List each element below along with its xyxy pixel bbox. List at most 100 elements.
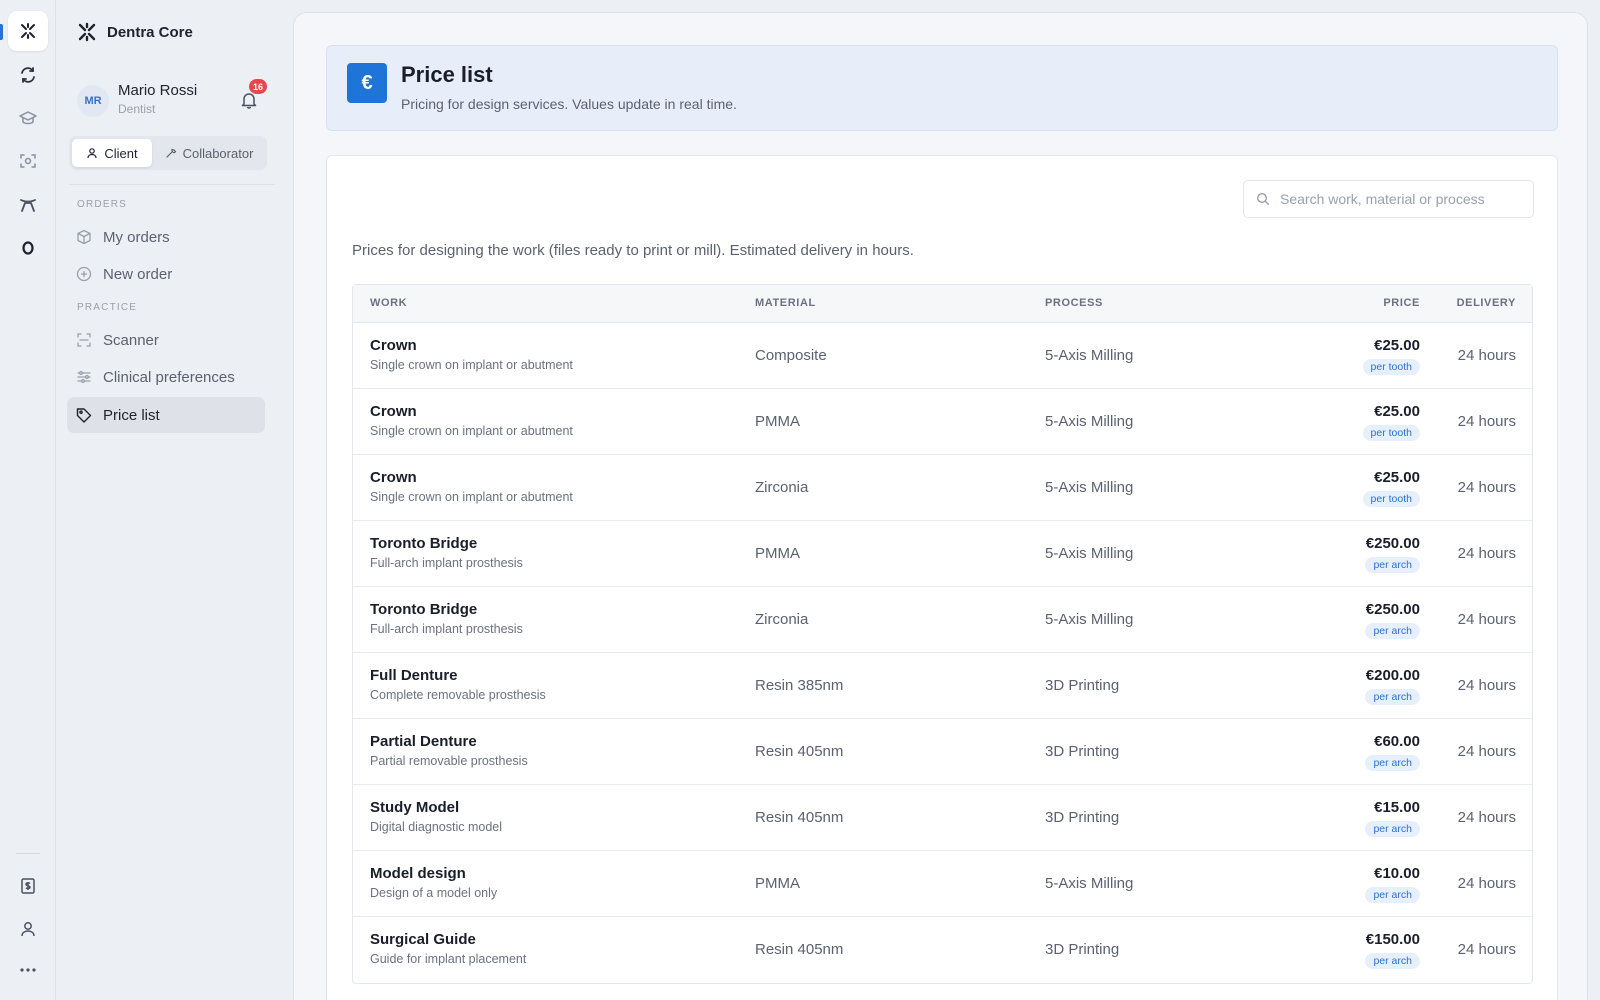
rail-exchange-button[interactable]	[8, 55, 48, 95]
work-cell: Model design Design of a model only	[370, 865, 497, 900]
delivery-cell: 24 hours	[1457, 677, 1516, 694]
sliders-icon	[75, 368, 93, 386]
brand[interactable]: Dentra Core	[77, 20, 193, 44]
column-header-price[interactable]: PRICE	[1383, 297, 1420, 309]
euro-icon: €	[347, 63, 387, 103]
table-row[interactable]: Full Denture Complete removable prosthesi…	[353, 653, 1532, 719]
table-row[interactable]: Study Model Digital diagnostic model Resin…	[353, 785, 1532, 851]
sidebar-item-price-list[interactable]: Price list	[67, 397, 265, 433]
rail-ring-button[interactable]	[8, 228, 48, 268]
exchange-icon	[21, 67, 35, 83]
process-cell: 3D Printing	[1045, 743, 1120, 760]
invoice-icon	[21, 878, 35, 894]
sidebar-item-clinical-preferences[interactable]: Clinical preferences	[67, 359, 265, 395]
price-value: €15.00	[1374, 799, 1420, 816]
material-cell: Zirconia	[755, 611, 809, 628]
table-row[interactable]: Crown Single crown on implant or abutment…	[353, 389, 1532, 455]
price-cell: €25.00 per tooth	[1362, 337, 1420, 375]
role-client-option[interactable]: Client	[72, 139, 152, 167]
table-row[interactable]: Model design Design of a model only PMMA 5-…	[353, 851, 1532, 917]
table-row[interactable]: Partial Denture Partial removable prosthe…	[353, 719, 1532, 785]
price-cell: €250.00 per arch	[1365, 535, 1420, 573]
notification-count-badge: 16	[249, 79, 268, 94]
tag-icon	[75, 406, 93, 424]
process-cell: 5-Axis Milling	[1045, 875, 1134, 892]
material-cell: Resin 405nm	[755, 941, 844, 958]
delivery-cell: 24 hours	[1457, 743, 1516, 760]
work-cell: Partial Denture Partial removable prosthe…	[370, 733, 528, 768]
price-list-card: Prices for designing the work (files rea…	[326, 155, 1558, 1000]
column-header-process[interactable]: PROCESS	[1045, 297, 1103, 309]
rail-scan-button[interactable]	[8, 141, 48, 181]
sidebar-item-scanner[interactable]: Scanner	[67, 322, 265, 358]
work-description: Single crown on implant or abutment	[370, 490, 573, 504]
work-description: Single crown on implant or abutment	[370, 358, 573, 372]
price-unit-badge: per arch	[1365, 755, 1420, 771]
table-row[interactable]: Toronto Bridge Full-arch implant prosthes…	[353, 521, 1532, 587]
price-cell: €200.00 per arch	[1365, 667, 1420, 705]
rail-aligner-button[interactable]	[8, 185, 48, 225]
price-cell: €250.00 per arch	[1365, 601, 1420, 639]
role-collaborator-option[interactable]: Collaborator	[154, 139, 264, 167]
rail-account-button[interactable]	[8, 909, 48, 949]
logo-icon	[78, 22, 96, 42]
scan-icon	[20, 154, 36, 168]
material-cell: Zirconia	[755, 479, 809, 496]
sidebar-item-new-order[interactable]: New order	[67, 256, 265, 292]
delivery-cell: 24 hours	[1457, 545, 1516, 562]
material-cell: Composite	[755, 347, 827, 364]
delivery-cell: 24 hours	[1457, 479, 1516, 496]
page-title: Price list	[401, 62, 493, 87]
page-header: € Price list Pricing for design services…	[326, 45, 1558, 131]
work-description: Partial removable prosthesis	[370, 754, 528, 768]
delivery-cell: 24 hours	[1457, 611, 1516, 628]
price-value: €10.00	[1374, 865, 1420, 882]
work-name: Surgical Guide	[370, 931, 476, 948]
column-header-material[interactable]: MATERIAL	[755, 297, 816, 309]
rail-learn-button[interactable]	[8, 98, 48, 138]
more-icon	[20, 968, 36, 972]
rail-more-button[interactable]	[8, 950, 48, 990]
work-description: Single crown on implant or abutment	[370, 424, 573, 438]
price-value: €150.00	[1365, 931, 1420, 948]
search-box[interactable]	[1243, 180, 1534, 218]
delivery-cell: 24 hours	[1457, 875, 1516, 892]
price-unit-badge: per arch	[1365, 557, 1420, 573]
work-name: Model design	[370, 865, 466, 882]
column-header-work[interactable]: WORK	[370, 297, 407, 309]
sidebar: Dentra Core MR Mario Rossi Dentist 16 Cl…	[57, 0, 287, 1000]
user-role: Dentist	[118, 102, 156, 116]
price-cell: €60.00 per arch	[1365, 733, 1420, 771]
column-header-delivery[interactable]: DELIVERY	[1457, 297, 1516, 309]
box-icon	[75, 228, 93, 246]
work-cell: Crown Single crown on implant or abutment	[370, 403, 573, 438]
material-cell: PMMA	[755, 545, 800, 562]
work-name: Partial Denture	[370, 733, 477, 750]
material-cell: PMMA	[755, 413, 800, 430]
user-profile[interactable]: MR Mario Rossi Dentist 16	[77, 79, 277, 120]
price-value: €200.00	[1365, 667, 1420, 684]
role-client-label: Client	[104, 145, 138, 161]
plus-circle-icon	[75, 265, 93, 283]
work-cell: Full Denture Complete removable prosthesi…	[370, 667, 546, 702]
rail-invoice-button[interactable]	[8, 866, 48, 906]
work-cell: Surgical Guide Guide for implant placemen…	[370, 931, 526, 966]
page-subtitle: Pricing for design services. Values upda…	[401, 96, 737, 112]
price-cell: €150.00 per arch	[1365, 931, 1420, 969]
table-row[interactable]: Surgical Guide Guide for implant placemen…	[353, 917, 1532, 983]
work-cell: Toronto Bridge Full-arch implant prosthes…	[370, 601, 523, 636]
table-row[interactable]: Toronto Bridge Full-arch implant prosthes…	[353, 587, 1532, 653]
work-description: Full-arch implant prosthesis	[370, 556, 523, 570]
delivery-cell: 24 hours	[1457, 809, 1516, 826]
work-name: Crown	[370, 403, 417, 420]
avatar: MR	[77, 85, 109, 117]
search-input[interactable]	[1280, 191, 1520, 207]
delivery-cell: 24 hours	[1457, 413, 1516, 430]
rail-home-button[interactable]	[8, 11, 48, 51]
table-row[interactable]: Crown Single crown on implant or abutment…	[353, 323, 1532, 389]
sidebar-divider	[69, 184, 275, 185]
app-rail	[0, 0, 56, 1000]
sidebar-item-my-orders[interactable]: My orders	[67, 219, 265, 255]
table-row[interactable]: Crown Single crown on implant or abutment…	[353, 455, 1532, 521]
material-cell: Resin 405nm	[755, 743, 844, 760]
